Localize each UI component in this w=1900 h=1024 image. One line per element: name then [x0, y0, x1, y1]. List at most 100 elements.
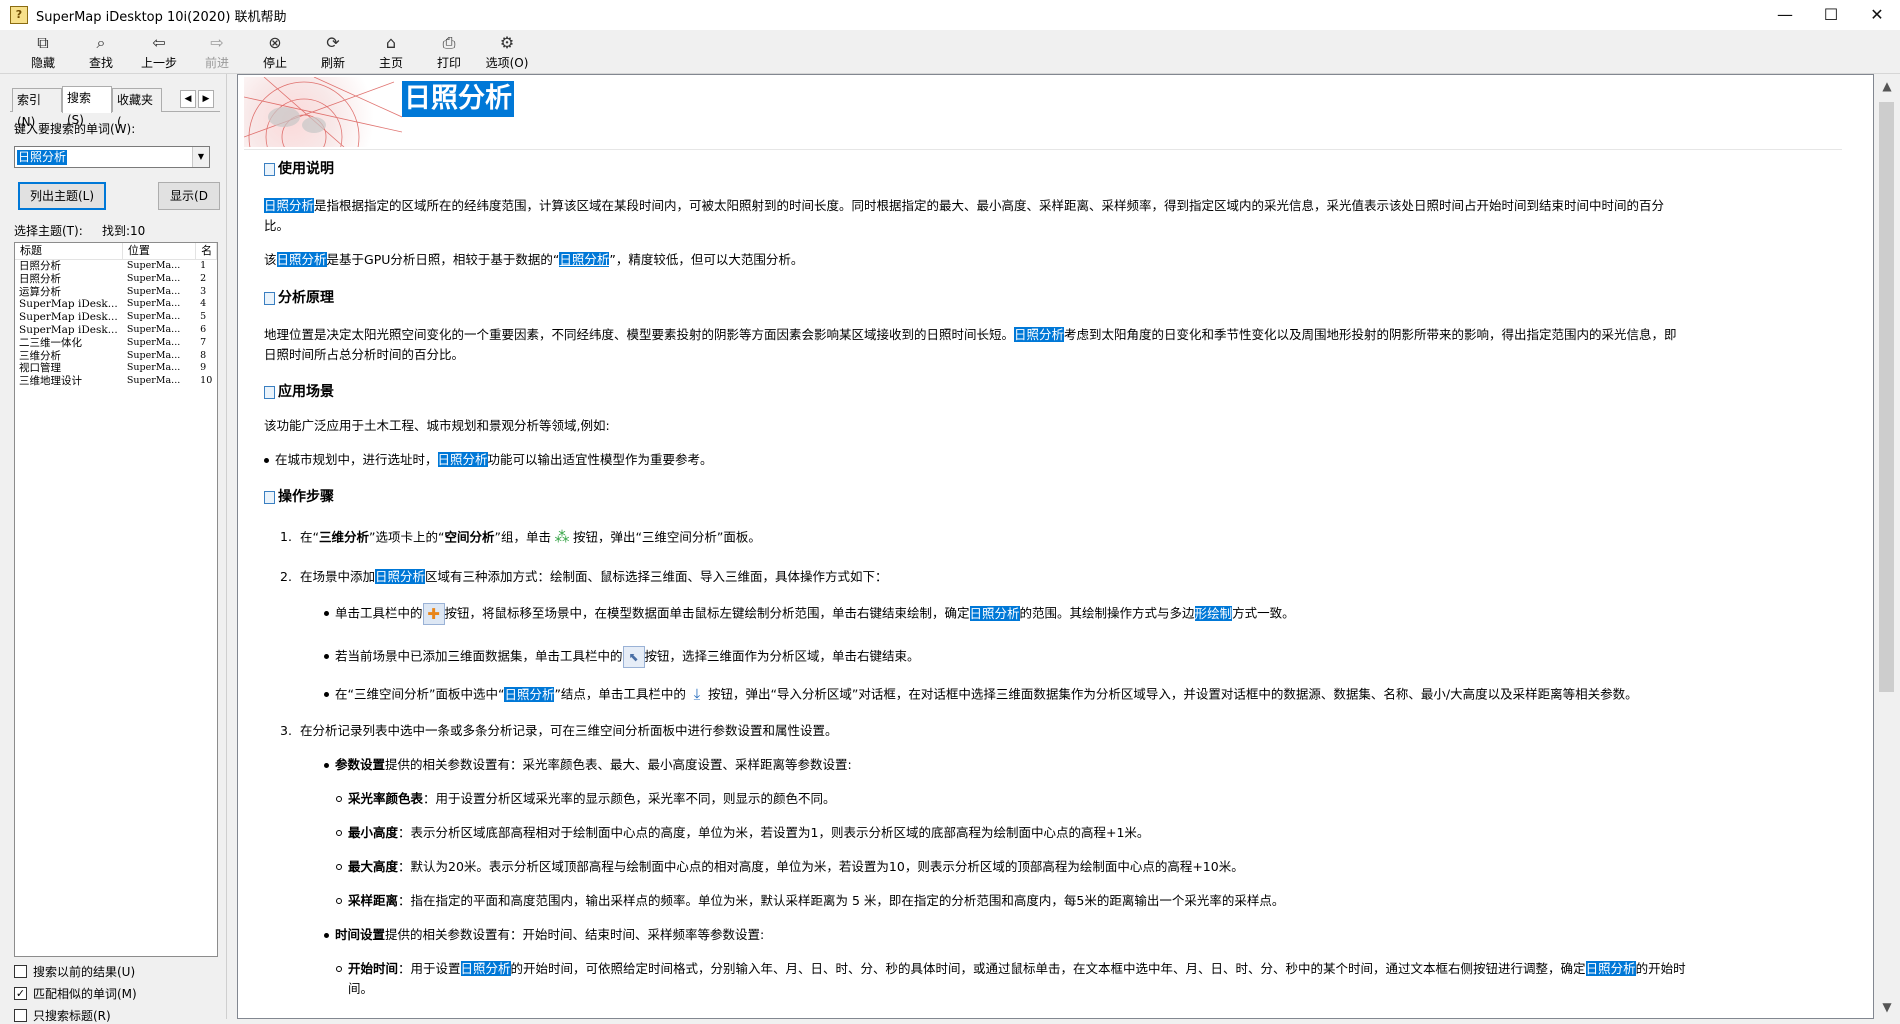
text: 按钮，弹出“三维空间分析”面板。: [572, 529, 761, 545]
result-location: SuperMa...: [126, 285, 181, 297]
step-number: 3.: [280, 723, 292, 738]
section-heading-usage: 使用说明: [264, 159, 334, 179]
checkbox-unchecked-icon[interactable]: [14, 1008, 27, 1022]
tab-search[interactable]: 搜索(S): [62, 86, 112, 127]
toolbar: ⧉ 隐藏 ⌕ 查找 ⇦ 上一步 ⇨ 前进 ⊗ 停止 ⟳ 刷新 ⌂ 主页 ⎙ 打印 ⚙ 选项(O): [0, 30, 1900, 74]
table-row[interactable]: 三维地理设计 SuperMa... 10: [15, 375, 217, 388]
scroll-up-icon[interactable]: ▲: [1874, 74, 1900, 98]
toolbar-button-find[interactable]: ⌕ 查找: [72, 30, 130, 74]
table-row[interactable]: 日照分析 SuperMa... 2: [15, 273, 217, 286]
options-icon: ⚙: [499, 33, 515, 52]
title-bar: ? SuperMap iDesktop 10i(2020) 联机帮助 — ☐ ✕: [0, 0, 1900, 30]
link-sunlight-analysis[interactable]: 日照分析: [559, 252, 610, 267]
table-row[interactable]: SuperMap iDesk... SuperMa... 4: [15, 298, 217, 311]
result-title: SuperMap iDesk...: [19, 311, 118, 324]
toolbar-button-hide[interactable]: ⧉ 隐藏: [14, 30, 72, 74]
text: 是基于GPU分析日照，相较于基于数据的“: [326, 252, 560, 267]
result-title: 视口管理: [19, 362, 61, 375]
text: 空间分析: [444, 529, 495, 545]
result-location: SuperMa...: [126, 323, 181, 335]
result-rows: 日照分析 SuperMa... 1 日照分析 SuperMa... 2 运算分析 SuperM…: [15, 260, 217, 388]
checkbox-match-similar[interactable]: ✓ 匹配相似的单词(M): [14, 984, 137, 1002]
tab-index[interactable]: 索引(N): [12, 88, 62, 129]
topic-page-icon: [264, 291, 275, 305]
result-title: 日照分析: [19, 272, 61, 285]
text: 在场景中添加: [300, 569, 376, 584]
bullet-dot: [324, 654, 329, 659]
checkbox-titles-only[interactable]: 只搜索标题(R): [14, 1006, 111, 1024]
result-title: 二三维一体化: [19, 336, 82, 349]
list-topics-button[interactable]: 列出主题(L): [18, 182, 106, 210]
scroll-down-icon[interactable]: ▼: [1874, 995, 1900, 1019]
column-title[interactable]: 标题: [15, 243, 123, 259]
back-arrow-icon: ⇦: [152, 33, 166, 52]
result-rank: 6: [200, 323, 207, 335]
search-input-value[interactable]: 日照分析: [17, 150, 68, 165]
text: 参数设置: [335, 757, 386, 772]
text: 是指根据指定的区域所在的经纬度范围，计算该区域在某段时间内，可被太阳照射到的时间…: [314, 198, 1665, 213]
toolbar-button-refresh[interactable]: ⟳ 刷新: [304, 30, 362, 74]
usage-paragraph-2: 该日照分析是基于GPU分析日照，相较于基于数据的“日照分析”，精度较低，但可以大…: [264, 250, 1849, 270]
close-button[interactable]: ✕: [1854, 0, 1900, 30]
tab-scroll-left-icon[interactable]: ◀: [180, 90, 196, 108]
table-row[interactable]: 日照分析 SuperMa... 1: [15, 260, 217, 273]
text: 开始时间: [348, 961, 399, 976]
result-title: 三维地理设计: [19, 375, 82, 388]
toolbar-label: 选项(O): [485, 56, 529, 70]
text: 三维分析: [318, 529, 369, 545]
param-min-height: 最小高度：表示分析区域底部高程相对于绘制面中心点的高度，单位为米，若设置为1，则…: [336, 823, 1149, 843]
search-highlight: 日照分析: [460, 961, 511, 976]
results-list[interactable]: 标题 位置 名 日照分析 SuperMa... 1 日照分析 SuperMa... 2 运算…: [14, 242, 218, 957]
result-rank: 10: [200, 375, 213, 387]
chevron-down-icon[interactable]: ▼: [192, 147, 209, 167]
text: 单击工具栏中的: [335, 605, 423, 621]
text: 采样距离: [348, 893, 399, 908]
toolbar-button-print[interactable]: ⎙ 打印: [420, 30, 478, 74]
table-row[interactable]: 运算分析 SuperMa... 3: [15, 286, 217, 299]
checkbox-checked-icon[interactable]: ✓: [14, 986, 27, 1000]
toolbar-button-home[interactable]: ⌂ 主页: [362, 30, 420, 74]
table-row[interactable]: SuperMap iDesk... SuperMa... 6: [15, 324, 217, 337]
display-button[interactable]: 显示(D: [158, 182, 220, 210]
checkbox-search-previous[interactable]: 搜索以前的结果(U): [14, 962, 135, 980]
step-2-sub-1: 单击工具栏中的 ✚ 按钮，将鼠标移至场景中，在模型数据面单击鼠标左键绘制分析范围，单…: [324, 603, 1295, 625]
toolbar-button-options[interactable]: ⚙ 选项(O): [478, 30, 536, 74]
column-location[interactable]: 位置: [123, 243, 197, 259]
result-rank: 4: [200, 298, 207, 310]
column-rank[interactable]: 名: [196, 243, 217, 259]
text: 的范围。其绘制操作方式与多边: [1019, 605, 1195, 621]
text: 若当前场景中已添加三维面数据集，单击工具栏中的: [335, 648, 623, 664]
result-location: SuperMa...: [126, 272, 181, 284]
toolbar-label: 主页: [378, 56, 403, 70]
bullet-dot: [324, 763, 329, 768]
result-location: SuperMa...: [126, 260, 181, 271]
content-scrollbar[interactable]: ▲ ▼: [1874, 74, 1900, 1019]
tab-scroll-right-icon[interactable]: ▶: [198, 90, 214, 108]
text: 功能可以输出适宜性模型作为重要参考。: [487, 452, 713, 467]
table-row[interactable]: 三维分析 SuperMa... 8: [15, 350, 217, 363]
toolbar-label: 前进: [204, 56, 229, 70]
search-highlight: 日照分析: [1014, 327, 1065, 342]
maximize-button[interactable]: ☐: [1808, 0, 1854, 30]
table-row[interactable]: 二三维一体化 SuperMa... 7: [15, 337, 217, 350]
bullet-dot: [324, 611, 329, 616]
search-input[interactable]: 日照分析 ▼: [14, 146, 210, 168]
checkbox-unchecked-icon[interactable]: [14, 964, 27, 978]
search-highlight: 日照分析: [504, 686, 555, 702]
text: 该: [264, 252, 277, 267]
scroll-thumb[interactable]: [1879, 102, 1894, 692]
hide-icon: ⧉: [37, 33, 49, 52]
minimize-button[interactable]: —: [1762, 0, 1808, 30]
table-row[interactable]: SuperMap iDesk... SuperMa... 5: [15, 311, 217, 324]
text: ：指在指定的平面和高度范围内，输出采样点的频率。单位为米，默认采样距离为 5 米…: [398, 893, 1285, 908]
toolbar-label: 上一步: [140, 56, 177, 70]
heading-text: 应用场景: [278, 384, 334, 400]
tab-favorites[interactable]: 收藏夹(: [112, 88, 162, 129]
text: 区域有三种添加方式：绘制面、鼠标选择三维面、导入三维面，具体操作方式如下：: [425, 569, 888, 584]
toolbar-button-stop[interactable]: ⊗ 停止: [246, 30, 304, 74]
step-number: 2.: [280, 569, 292, 584]
checkbox-label: 匹配相似的单词(M): [33, 986, 137, 1001]
page-title: 日照分析: [402, 81, 514, 117]
table-row[interactable]: 视口管理 SuperMa... 9: [15, 362, 217, 375]
toolbar-button-back-arrow[interactable]: ⇦ 上一步: [130, 30, 188, 74]
